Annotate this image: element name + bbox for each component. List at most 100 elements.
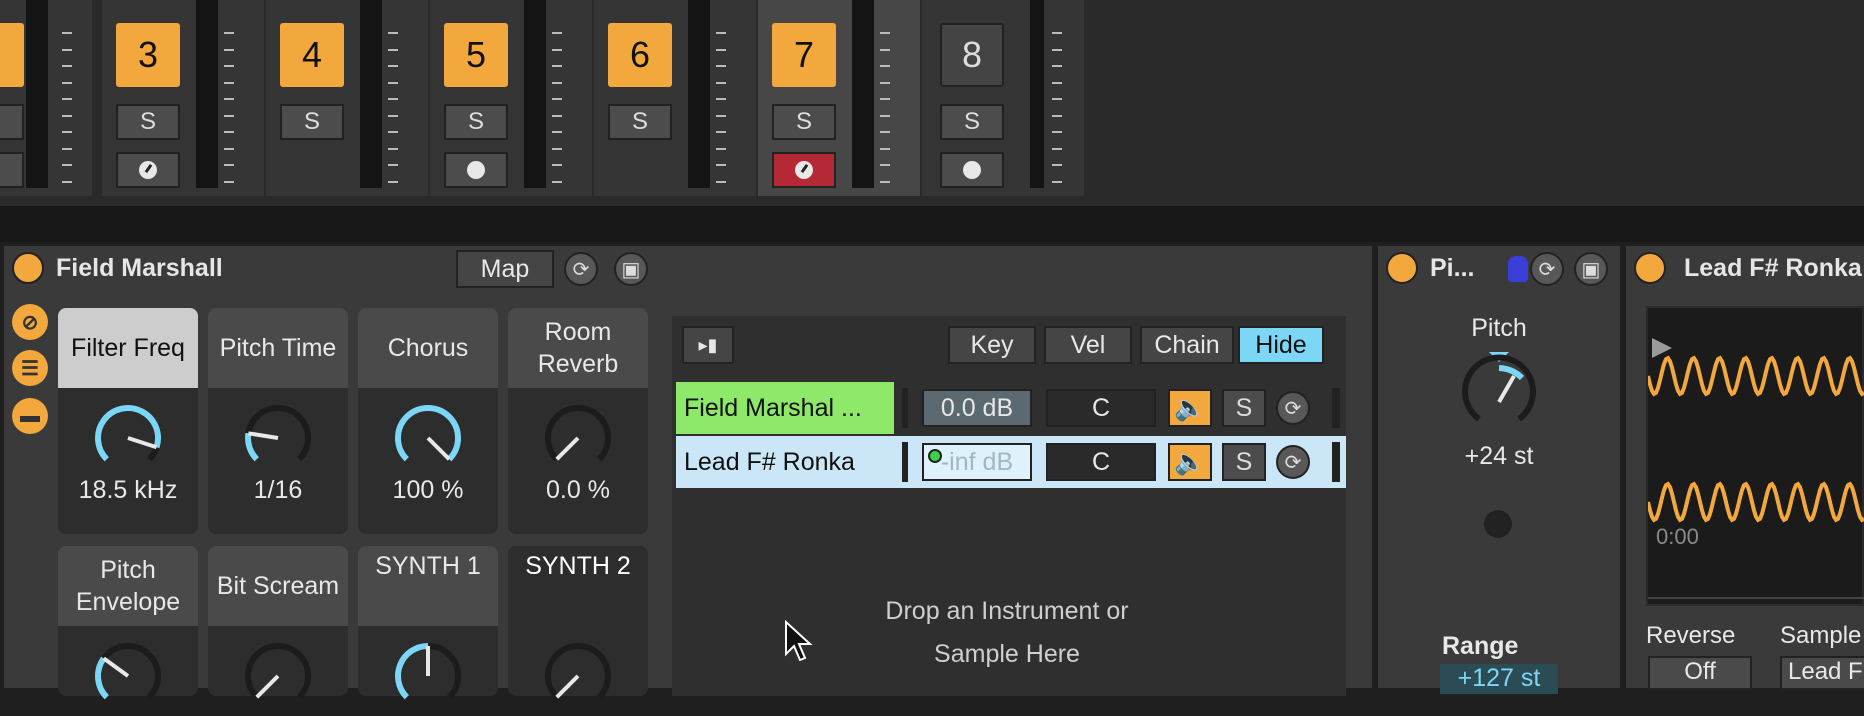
macro-label: Filter Freq [58, 308, 198, 388]
chain-drag-handle[interactable] [902, 442, 908, 482]
vel-tab[interactable]: Vel [1044, 326, 1132, 364]
chain-activity-led [928, 449, 942, 463]
track-number-button[interactable]: 5 [444, 23, 508, 87]
monitor-icon [139, 161, 157, 179]
meter-scale [62, 32, 74, 183]
pitch-value: +24 st [1464, 442, 1534, 470]
pitch-power-button[interactable] [1386, 252, 1418, 284]
arm-button-partial[interactable] [0, 152, 24, 188]
sample-label: Sample [1780, 622, 1862, 649]
chain-tab[interactable]: Chain [1140, 326, 1234, 364]
chain-hot-swap-icon[interactable]: ⟳ [1276, 391, 1310, 425]
range-label: Range [1442, 632, 1519, 660]
level-meter [360, 0, 382, 188]
track-number-button[interactable]: 4 [280, 23, 344, 87]
macro-knob[interactable] [538, 398, 618, 478]
macro-knob[interactable] [88, 398, 168, 478]
arm-button[interactable] [772, 152, 836, 188]
meter-scale [388, 32, 400, 183]
solo-button[interactable]: S [444, 104, 508, 140]
macro-label: Chorus [358, 308, 498, 388]
macro-knob-2[interactable]: Pitch Time 1/16 [208, 308, 348, 534]
track-number-button[interactable]: 3 [116, 23, 180, 87]
solo-button-partial[interactable] [0, 104, 24, 140]
macro-knob-5[interactable]: Pitch Envelope [58, 546, 198, 700]
drop-hint-line: Sample Here [934, 640, 1080, 668]
speaker-icon[interactable]: 🔈 [1168, 443, 1212, 481]
arm-button[interactable] [444, 152, 508, 188]
macro-knob[interactable] [88, 636, 168, 716]
chain-drag-handle[interactable] [902, 388, 908, 428]
track-number-partial[interactable] [0, 23, 24, 87]
monitor-icon [795, 161, 813, 179]
range-field[interactable]: +127 st [1440, 664, 1558, 694]
solo-button[interactable]: S [772, 104, 836, 140]
key-tab[interactable]: Key [948, 326, 1036, 364]
macro-knob-6[interactable]: Bit Scream [208, 546, 348, 700]
sampler-device-panel: Lead F# Ronka 0:00 Reverse Off Sample Le… [1626, 246, 1864, 690]
rack-power-button[interactable] [12, 252, 44, 284]
reverse-toggle[interactable]: Off [1648, 656, 1752, 690]
save-preset-icon[interactable]: ▣ [614, 252, 648, 286]
track-number-button[interactable]: 7 [772, 23, 836, 87]
pitch-knob[interactable] [1454, 346, 1544, 436]
hand-icon[interactable] [1508, 256, 1528, 282]
solo-button[interactable]: S [280, 104, 344, 140]
macro-knob-8[interactable]: SYNTH 2 [508, 546, 648, 700]
macro-view-icon[interactable]: ⊘ [12, 304, 48, 340]
chain-row-selected[interactable]: Lead F# Ronka -inf dB C 🔈 S ⟳ [676, 436, 1346, 488]
sampler-title: Lead F# Ronka [1684, 254, 1862, 282]
solo-button[interactable]: S [940, 104, 1004, 140]
reverse-label: Reverse [1646, 622, 1736, 649]
solo-button[interactable]: S [608, 104, 672, 140]
chain-meter [1332, 388, 1340, 428]
sampler-power-button[interactable] [1634, 252, 1666, 284]
modulation-dot[interactable] [1484, 510, 1512, 538]
drop-zone[interactable]: Drop an Instrument or Sample Here [672, 590, 1342, 676]
chain-activator-icon[interactable]: ▸▮ [682, 326, 734, 364]
macro-knob-7[interactable]: SYNTH 1 [358, 546, 498, 700]
macro-knob-1[interactable]: Filter Freq 18.5 kHz [58, 308, 198, 534]
chain-name[interactable]: Lead F# Ronka [676, 436, 894, 488]
chain-volume[interactable]: 0.0 dB [922, 389, 1032, 427]
arm-button[interactable] [940, 152, 1004, 188]
macro-knob[interactable] [238, 636, 318, 716]
save-preset-icon[interactable]: ▣ [1574, 252, 1608, 286]
hot-swap-icon[interactable]: ⟳ [564, 252, 598, 286]
chain-pan[interactable]: C [1046, 389, 1156, 427]
solo-button[interactable]: S [116, 104, 180, 140]
sample-field[interactable]: Lead F [1780, 656, 1864, 690]
chain-meter [1332, 442, 1340, 482]
speaker-icon[interactable]: 🔈 [1168, 389, 1212, 427]
arm-button[interactable] [116, 152, 180, 188]
macro-knob[interactable] [538, 636, 618, 716]
chain-name[interactable]: Field Marshal ... [676, 382, 894, 434]
chain-solo-button[interactable]: S [1222, 443, 1266, 481]
macro-label: Pitch Time [208, 308, 348, 388]
pitch-title: Pi... [1430, 254, 1475, 282]
macro-knob-4[interactable]: Room Reverb 0.0 % [508, 308, 648, 534]
chain-row[interactable]: Field Marshal ... 0.0 dB C 🔈 S ⟳ [676, 382, 1346, 434]
track-number-button[interactable]: 6 [608, 23, 672, 87]
macro-label: Bit Scream [208, 546, 348, 626]
macro-knob[interactable] [238, 398, 318, 478]
macro-label: Room Reverb [508, 308, 648, 388]
map-button[interactable]: Map [456, 250, 554, 288]
waveform-display[interactable]: 0:00 [1646, 306, 1864, 606]
macro-value: 0.0 % [546, 476, 610, 504]
mixer-section: 3 S 4 S 5 S 6 S 7 S 8 S [0, 0, 1864, 210]
hide-tab[interactable]: Hide [1238, 326, 1324, 364]
macro-knob[interactable] [388, 398, 468, 478]
chain-hot-swap-icon[interactable]: ⟳ [1276, 445, 1310, 479]
macro-value: 100 % [392, 476, 464, 504]
hot-swap-icon[interactable]: ⟳ [1530, 252, 1564, 286]
track-number-button[interactable]: 8 [940, 23, 1004, 87]
meter-scale [1052, 32, 1064, 183]
chain-pan[interactable]: C [1046, 443, 1156, 481]
macro-value: 1/16 [253, 476, 303, 504]
device-view-icon[interactable]: ▬ [12, 398, 48, 434]
macro-knob-3[interactable]: Chorus 100 % [358, 308, 498, 534]
chain-solo-button[interactable]: S [1222, 389, 1266, 427]
chain-list-icon[interactable]: ☰ [12, 350, 48, 386]
macro-knob[interactable] [388, 636, 468, 716]
